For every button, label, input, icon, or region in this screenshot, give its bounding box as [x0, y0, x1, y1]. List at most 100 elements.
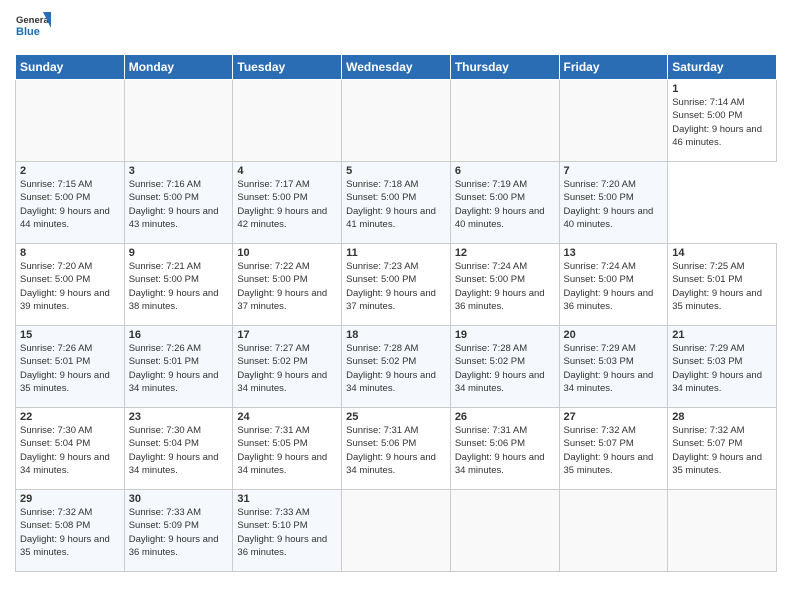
day-number: 10	[237, 247, 337, 259]
col-saturday: Saturday	[668, 55, 777, 80]
day-info: Sunrise: 7:29 AMSunset: 5:03 PMDaylight:…	[672, 343, 762, 394]
table-row: 30 Sunrise: 7:33 AMSunset: 5:09 PMDayligh…	[124, 490, 233, 572]
day-number: 18	[346, 329, 446, 341]
day-info: Sunrise: 7:33 AMSunset: 5:09 PMDaylight:…	[129, 507, 219, 558]
day-info: Sunrise: 7:14 AMSunset: 5:00 PMDaylight:…	[672, 97, 762, 148]
table-row	[450, 80, 559, 162]
table-row	[450, 490, 559, 572]
table-row	[668, 490, 777, 572]
table-row: 8 Sunrise: 7:20 AMSunset: 5:00 PMDaylight…	[16, 244, 125, 326]
col-wednesday: Wednesday	[342, 55, 451, 80]
table-row	[233, 80, 342, 162]
table-row: 6 Sunrise: 7:19 AMSunset: 5:00 PMDaylight…	[450, 162, 559, 244]
day-number: 19	[455, 329, 555, 341]
day-number: 7	[564, 165, 664, 177]
day-info: Sunrise: 7:23 AMSunset: 5:00 PMDaylight:…	[346, 261, 436, 312]
calendar-week-row: 15 Sunrise: 7:26 AMSunset: 5:01 PMDayligh…	[16, 326, 777, 408]
day-info: Sunrise: 7:19 AMSunset: 5:00 PMDaylight:…	[455, 179, 545, 230]
day-info: Sunrise: 7:27 AMSunset: 5:02 PMDaylight:…	[237, 343, 327, 394]
day-number: 13	[564, 247, 664, 259]
table-row: 13 Sunrise: 7:24 AMSunset: 5:00 PMDayligh…	[559, 244, 668, 326]
table-row: 15 Sunrise: 7:26 AMSunset: 5:01 PMDayligh…	[16, 326, 125, 408]
table-row: 4 Sunrise: 7:17 AMSunset: 5:00 PMDaylight…	[233, 162, 342, 244]
day-number: 30	[129, 493, 229, 505]
day-number: 3	[129, 165, 229, 177]
header: General Blue	[15, 10, 777, 46]
table-row	[342, 80, 451, 162]
table-row: 25Sunrise: 7:31 AMSunset: 5:06 PMDayligh…	[342, 408, 451, 490]
day-number: 24	[237, 411, 337, 423]
day-number: 14	[672, 247, 772, 259]
table-row: 2Sunrise: 7:15 AMSunset: 5:00 PMDaylight…	[16, 162, 125, 244]
table-row: 28 Sunrise: 7:32 AMSunset: 5:07 PMDayligh…	[668, 408, 777, 490]
table-row	[559, 80, 668, 162]
day-info: Sunrise: 7:22 AMSunset: 5:00 PMDaylight:…	[237, 261, 327, 312]
table-row: 7 Sunrise: 7:20 AMSunset: 5:00 PMDaylight…	[559, 162, 668, 244]
day-number: 26	[455, 411, 555, 423]
day-info: Sunrise: 7:21 AMSunset: 5:00 PMDaylight:…	[129, 261, 219, 312]
col-friday: Friday	[559, 55, 668, 80]
col-tuesday: Tuesday	[233, 55, 342, 80]
col-sunday: Sunday	[16, 55, 125, 80]
day-number: 16	[129, 329, 229, 341]
table-row: 14 Sunrise: 7:25 AMSunset: 5:01 PMDayligh…	[668, 244, 777, 326]
day-info: Sunrise: 7:20 AMSunset: 5:00 PMDaylight:…	[564, 179, 654, 230]
table-row: 29 Sunrise: 7:32 AMSunset: 5:08 PMDayligh…	[16, 490, 125, 572]
day-info: Sunrise: 7:20 AMSunset: 5:00 PMDaylight:…	[20, 261, 110, 312]
col-monday: Monday	[124, 55, 233, 80]
day-info: Sunrise: 7:28 AMSunset: 5:02 PMDaylight:…	[346, 343, 436, 394]
table-row	[342, 490, 451, 572]
day-number: 28	[672, 411, 772, 423]
calendar-week-row: 8 Sunrise: 7:20 AMSunset: 5:00 PMDaylight…	[16, 244, 777, 326]
day-number: 27	[564, 411, 664, 423]
day-info: Sunrise: 7:29 AMSunset: 5:03 PMDaylight:…	[564, 343, 654, 394]
calendar-week-row: 22Sunrise: 7:30 AMSunset: 5:04 PMDayligh…	[16, 408, 777, 490]
table-row: 3 Sunrise: 7:16 AMSunset: 5:00 PMDaylight…	[124, 162, 233, 244]
day-info: Sunrise: 7:32 AMSunset: 5:08 PMDaylight:…	[20, 507, 110, 558]
day-info: Sunrise: 7:28 AMSunset: 5:02 PMDaylight:…	[455, 343, 545, 394]
day-info: Sunrise: 7:30 AMSunset: 5:04 PMDaylight:…	[20, 425, 110, 476]
day-info: Sunrise: 7:24 AMSunset: 5:00 PMDaylight:…	[455, 261, 545, 312]
day-info: Sunrise: 7:17 AMSunset: 5:00 PMDaylight:…	[237, 179, 327, 230]
day-info: Sunrise: 7:30 AMSunset: 5:04 PMDaylight:…	[129, 425, 219, 476]
table-row: 11 Sunrise: 7:23 AMSunset: 5:00 PMDayligh…	[342, 244, 451, 326]
svg-text:Blue: Blue	[16, 26, 40, 38]
calendar-week-row: 2Sunrise: 7:15 AMSunset: 5:00 PMDaylight…	[16, 162, 777, 244]
day-info: Sunrise: 7:32 AMSunset: 5:07 PMDaylight:…	[564, 425, 654, 476]
calendar-header-row: Sunday Monday Tuesday Wednesday Thursday…	[16, 55, 777, 80]
day-number: 20	[564, 329, 664, 341]
day-number: 6	[455, 165, 555, 177]
calendar-week-row: 1 Sunrise: 7:14 AMSunset: 5:00 PMDaylight…	[16, 80, 777, 162]
table-row: 22Sunrise: 7:30 AMSunset: 5:04 PMDayligh…	[16, 408, 125, 490]
table-row: 19 Sunrise: 7:28 AMSunset: 5:02 PMDayligh…	[450, 326, 559, 408]
day-number: 8	[20, 247, 120, 259]
table-row: 5 Sunrise: 7:18 AMSunset: 5:00 PMDaylight…	[342, 162, 451, 244]
table-row: 26Sunrise: 7:31 AMSunset: 5:06 PMDayligh…	[450, 408, 559, 490]
day-info: Sunrise: 7:18 AMSunset: 5:00 PMDaylight:…	[346, 179, 436, 230]
table-row	[16, 80, 125, 162]
day-info: Sunrise: 7:25 AMSunset: 5:01 PMDaylight:…	[672, 261, 762, 312]
day-number: 11	[346, 247, 446, 259]
col-thursday: Thursday	[450, 55, 559, 80]
day-info: Sunrise: 7:33 AMSunset: 5:10 PMDaylight:…	[237, 507, 327, 558]
day-number: 29	[20, 493, 120, 505]
day-number: 21	[672, 329, 772, 341]
table-row: 10 Sunrise: 7:22 AMSunset: 5:00 PMDayligh…	[233, 244, 342, 326]
table-row: 24Sunrise: 7:31 AMSunset: 5:05 PMDayligh…	[233, 408, 342, 490]
table-row	[559, 490, 668, 572]
table-row: 12Sunrise: 7:24 AMSunset: 5:00 PMDayligh…	[450, 244, 559, 326]
day-info: Sunrise: 7:24 AMSunset: 5:00 PMDaylight:…	[564, 261, 654, 312]
day-info: Sunrise: 7:16 AMSunset: 5:00 PMDaylight:…	[129, 179, 219, 230]
day-number: 25	[346, 411, 446, 423]
day-number: 15	[20, 329, 120, 341]
table-row	[124, 80, 233, 162]
day-info: Sunrise: 7:32 AMSunset: 5:07 PMDaylight:…	[672, 425, 762, 476]
calendar-week-row: 29 Sunrise: 7:32 AMSunset: 5:08 PMDayligh…	[16, 490, 777, 572]
day-number: 5	[346, 165, 446, 177]
logo: General Blue	[15, 10, 51, 46]
table-row: 1 Sunrise: 7:14 AMSunset: 5:00 PMDaylight…	[668, 80, 777, 162]
day-number: 4	[237, 165, 337, 177]
day-info: Sunrise: 7:26 AMSunset: 5:01 PMDaylight:…	[129, 343, 219, 394]
day-number: 1	[672, 83, 772, 95]
day-info: Sunrise: 7:26 AMSunset: 5:01 PMDaylight:…	[20, 343, 110, 394]
